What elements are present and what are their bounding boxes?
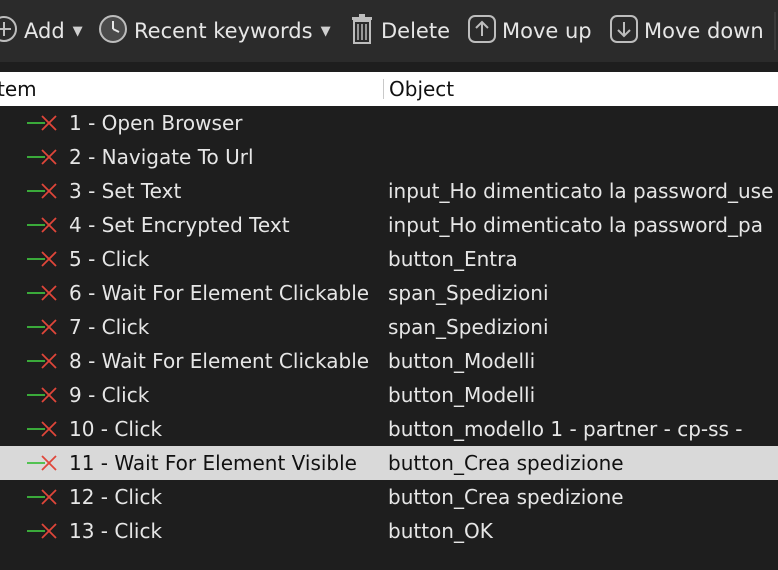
- move-down-label: Move down: [644, 19, 764, 43]
- step-item-label: 3 - Set Text: [69, 179, 182, 203]
- step-item-label: 1 - Open Browser: [69, 111, 243, 135]
- step-item-label: 2 - Navigate To Url: [69, 145, 254, 169]
- table-row[interactable]: 12 - Click button_Crea spedizione: [0, 480, 778, 514]
- table-row[interactable]: 10 - Click button_modello 1 - partner - …: [0, 412, 778, 446]
- step-object-label: input_Ho dimenticato la password_use: [388, 179, 774, 203]
- add-dropdown-chevron-icon[interactable]: ▼: [73, 24, 83, 39]
- add-button[interactable]: Add ▼: [0, 14, 83, 48]
- toolbar-divider: [774, 12, 776, 50]
- step-item-label: 12 - Click: [69, 485, 163, 509]
- column-header-item[interactable]: tem: [0, 72, 377, 106]
- step-item-label: 13 - Click: [69, 519, 163, 543]
- delete-button[interactable]: Delete: [349, 13, 450, 49]
- step-object-label: button_Modelli: [388, 383, 536, 407]
- arrow-up-icon: [468, 14, 496, 48]
- column-header-object[interactable]: Object: [389, 72, 778, 106]
- clock-icon: [98, 14, 128, 49]
- step-item-label: 9 - Click: [69, 383, 150, 407]
- step-item-label: 6 - Wait For Element Clickable: [69, 281, 370, 305]
- table-row-selected[interactable]: 11 - Wait For Element Visible button_Cre…: [0, 446, 778, 480]
- step-object-label: input_Ho dimenticato la password_pa: [388, 213, 763, 237]
- move-up-label: Move up: [502, 19, 592, 43]
- add-label: Add: [24, 19, 65, 43]
- table-header: tem Object: [0, 72, 778, 106]
- delete-label: Delete: [381, 19, 450, 43]
- move-down-button[interactable]: Move down: [610, 14, 764, 48]
- step-object-label: button_Crea spedizione: [388, 451, 624, 475]
- table-row[interactable]: 1 - Open Browser: [0, 106, 778, 140]
- table-row[interactable]: 2 - Navigate To Url: [0, 140, 778, 174]
- test-step-list: 1 - Open Browser 2 - Navigate To Url 3 -…: [0, 106, 778, 570]
- step-object-label: button_modello 1 - partner - cp-ss -: [388, 417, 743, 441]
- step-object-label: button_Modelli: [388, 349, 536, 373]
- add-icon: [0, 15, 18, 48]
- step-item-label: 11 - Wait For Element Visible: [69, 451, 357, 475]
- step-item-label: 10 - Click: [69, 417, 163, 441]
- trash-icon: [349, 13, 375, 49]
- step-object-label: button_OK: [388, 519, 493, 543]
- step-object-label: button_Crea spedizione: [388, 485, 624, 509]
- move-up-button[interactable]: Move up: [468, 14, 592, 48]
- table-row[interactable]: 3 - Set Text input_Ho dimenticato la pas…: [0, 174, 778, 208]
- recent-dropdown-chevron-icon[interactable]: ▼: [321, 24, 331, 39]
- recent-keywords-button[interactable]: Recent keywords ▼: [98, 14, 331, 48]
- step-object-label: span_Spedizioni: [388, 281, 549, 305]
- arrow-down-icon: [610, 14, 638, 48]
- step-item-label: 8 - Wait For Element Clickable: [69, 349, 370, 373]
- toolbar: Add ▼ Recent keywords ▼ Delete Move up M…: [0, 0, 778, 62]
- table-row[interactable]: 5 - Click button_Entra: [0, 242, 778, 276]
- table-row[interactable]: 8 - Wait For Element Clickable button_Mo…: [0, 344, 778, 378]
- column-separator[interactable]: [383, 79, 384, 99]
- table-row[interactable]: 7 - Click span_Spedizioni: [0, 310, 778, 344]
- table-row[interactable]: 4 - Set Encrypted Text input_Ho dimentic…: [0, 208, 778, 242]
- table-row[interactable]: 9 - Click button_Modelli: [0, 378, 778, 412]
- step-item-label: 5 - Click: [69, 247, 150, 271]
- table-row[interactable]: 6 - Wait For Element Clickable span_Sped…: [0, 276, 778, 310]
- step-object-label: span_Spedizioni: [388, 315, 549, 339]
- table-row[interactable]: 13 - Click button_OK: [0, 514, 778, 548]
- step-object-label: button_Entra: [388, 247, 518, 271]
- step-item-label: 4 - Set Encrypted Text: [69, 213, 290, 237]
- step-item-label: 7 - Click: [69, 315, 150, 339]
- recent-keywords-label: Recent keywords: [134, 19, 313, 43]
